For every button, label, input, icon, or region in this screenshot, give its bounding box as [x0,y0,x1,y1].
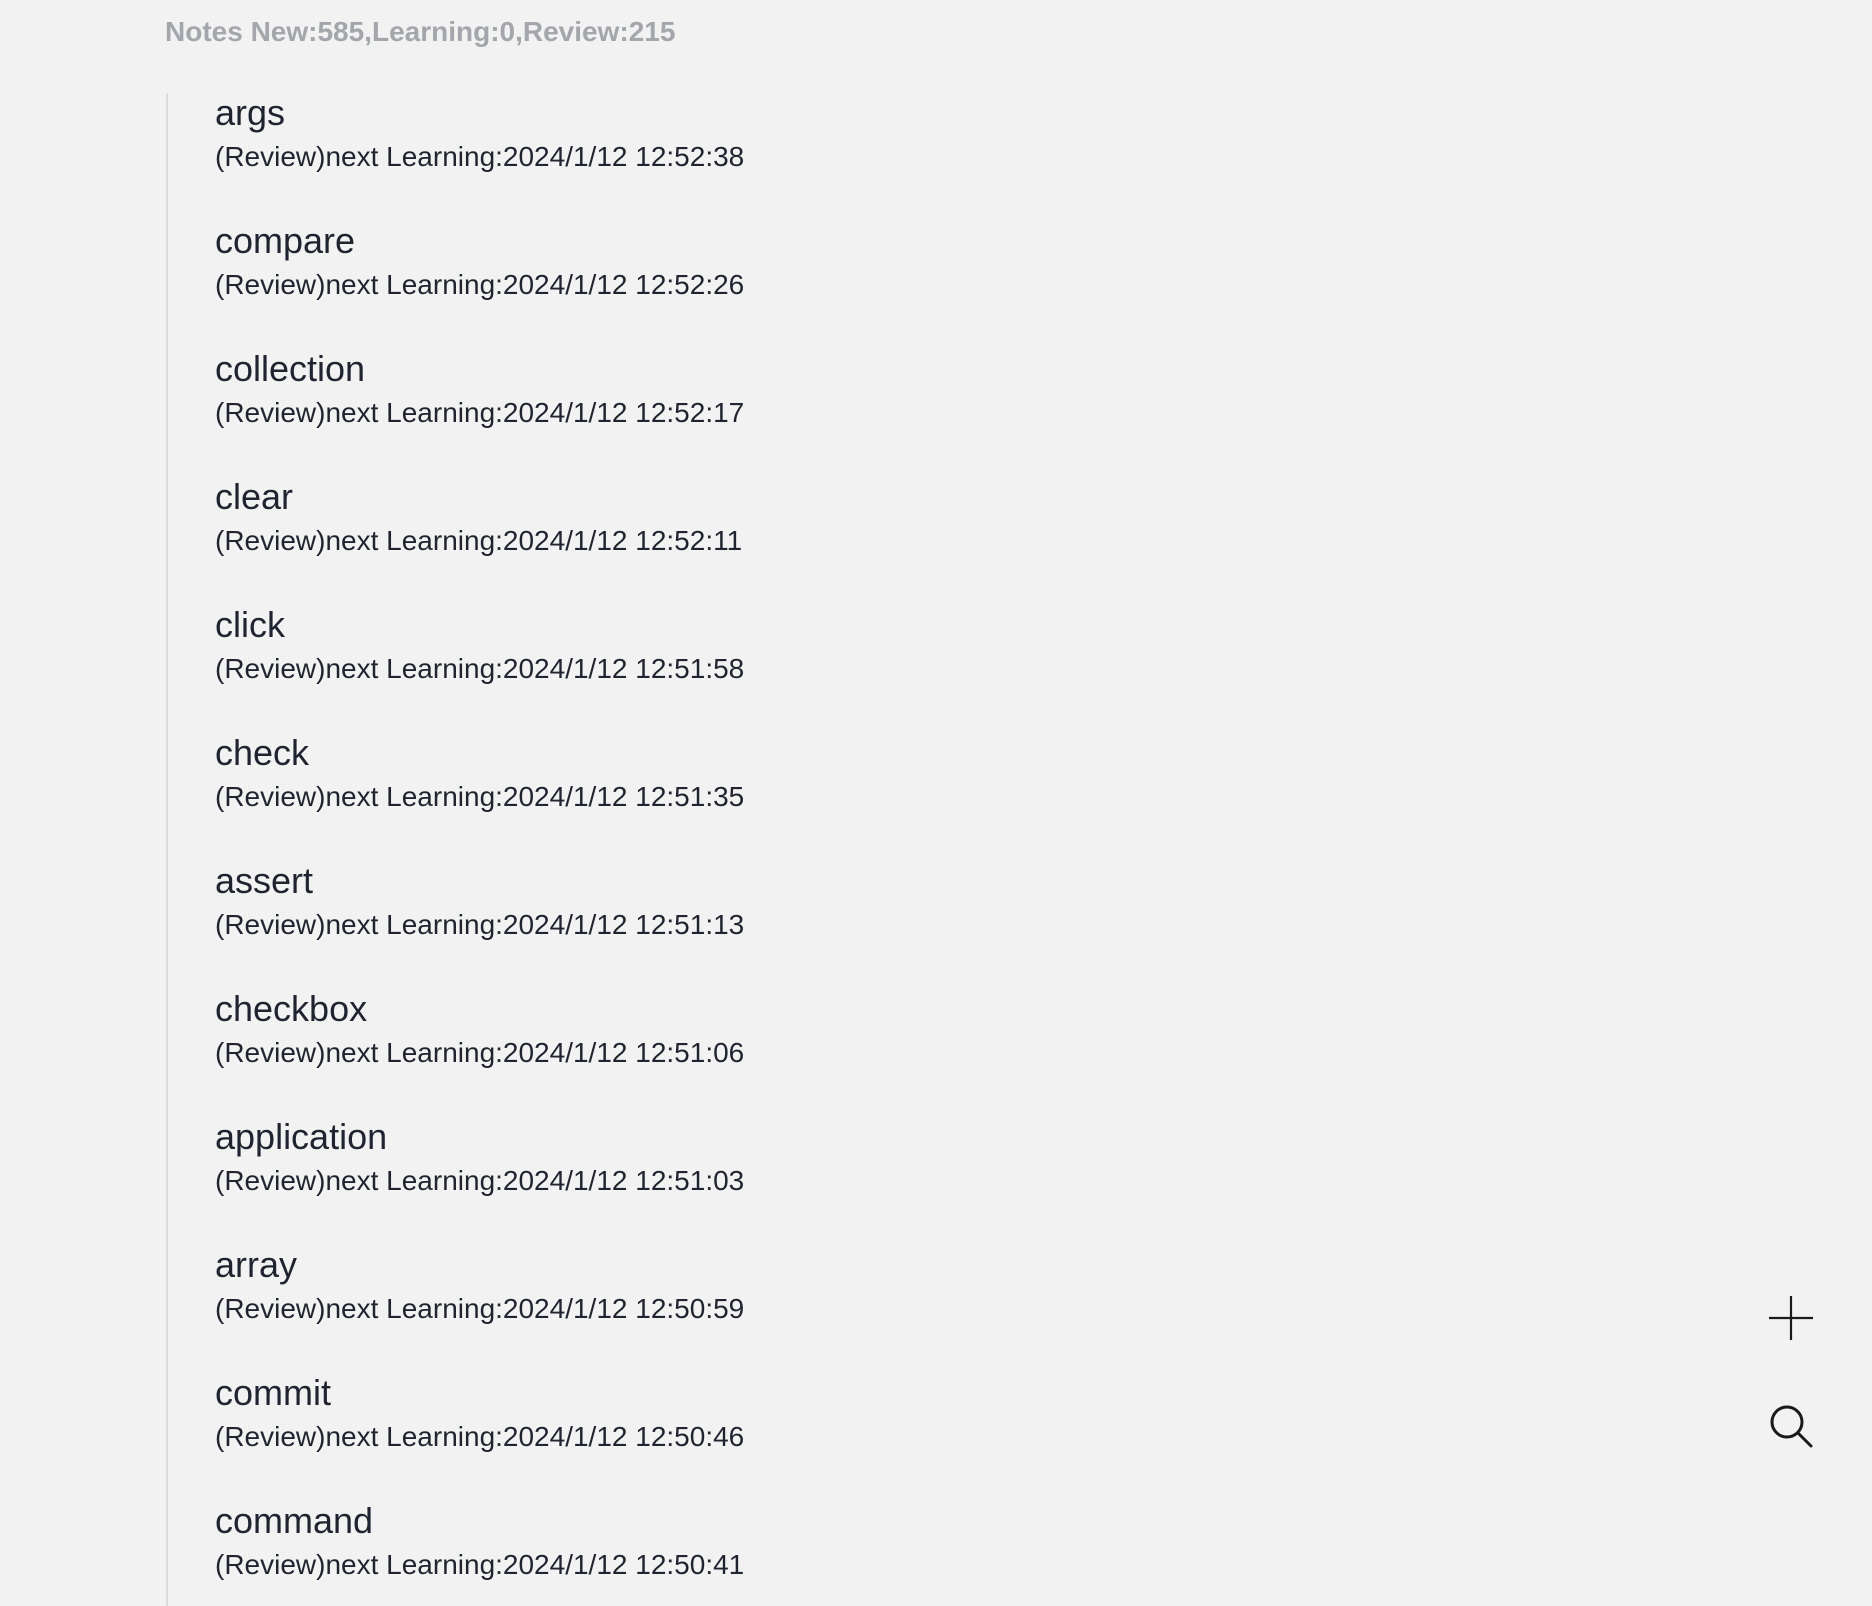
note-title[interactable]: args [215,93,744,133]
note-title[interactable]: assert [215,861,744,901]
note-schedule: (Review)next Learning:2024/1/12 12:52:26 [215,269,745,300]
notes-list: args (Review)next Learning:2024/1/12 12:… [166,93,1068,1606]
notes-page: Notes New:585,Learning:0,Review:215 args… [0,0,1872,1606]
list-item[interactable]: array (Review)next Learning:2024/1/12 12… [215,1245,744,1325]
add-note-button[interactable] [1761,1288,1821,1348]
note-schedule: (Review)next Learning:2024/1/12 12:51:35 [215,781,745,812]
search-icon [1770,1405,1813,1448]
note-title[interactable]: array [215,1245,744,1285]
list-item[interactable]: command (Review)next Learning:2024/1/12 … [215,1501,744,1581]
notes-stats-header: Notes New:585,Learning:0,Review:215 [165,16,676,47]
list-item[interactable]: commit (Review)next Learning:2024/1/12 1… [215,1373,744,1453]
list-item[interactable]: clear (Review)next Learning:2024/1/12 12… [215,477,742,557]
list-item[interactable]: compare (Review)next Learning:2024/1/12 … [215,221,744,301]
note-title[interactable]: application [215,1117,744,1157]
note-title[interactable]: click [215,605,744,645]
list-item[interactable]: args (Review)next Learning:2024/1/12 12:… [215,93,744,173]
search-button[interactable] [1761,1396,1821,1456]
note-title[interactable]: commit [215,1373,744,1413]
note-title[interactable]: compare [215,221,744,261]
list-item[interactable]: check (Review)next Learning:2024/1/12 12… [215,733,744,813]
list-item[interactable]: click (Review)next Learning:2024/1/12 12… [215,605,744,685]
note-schedule: (Review)next Learning:2024/1/12 12:52:11 [215,525,743,556]
note-schedule: (Review)next Learning:2024/1/12 12:50:41 [215,1549,745,1580]
list-item[interactable]: collection (Review)next Learning:2024/1/… [215,349,744,429]
plus-icon [1769,1296,1813,1340]
list-item[interactable]: checkbox (Review)next Learning:2024/1/12… [215,989,744,1069]
list-item[interactable]: application (Review)next Learning:2024/1… [215,1117,744,1197]
note-schedule: (Review)next Learning:2024/1/12 12:51:03 [215,1165,745,1196]
note-schedule: (Review)next Learning:2024/1/12 12:51:58 [215,653,745,684]
note-schedule: (Review)next Learning:2024/1/12 12:51:13 [215,909,745,940]
note-title[interactable]: checkbox [215,989,744,1029]
note-schedule: (Review)next Learning:2024/1/12 12:50:59 [215,1293,745,1324]
list-item[interactable]: assert (Review)next Learning:2024/1/12 1… [215,861,744,941]
note-schedule: (Review)next Learning:2024/1/12 12:51:06 [215,1037,745,1068]
note-title[interactable]: clear [215,477,742,517]
note-schedule: (Review)next Learning:2024/1/12 12:52:38 [215,141,745,172]
note-title[interactable]: collection [215,349,744,389]
note-title[interactable]: check [215,733,744,773]
note-title[interactable]: command [215,1501,744,1541]
note-schedule: (Review)next Learning:2024/1/12 12:50:46 [215,1421,745,1452]
note-schedule: (Review)next Learning:2024/1/12 12:52:17 [215,397,745,428]
